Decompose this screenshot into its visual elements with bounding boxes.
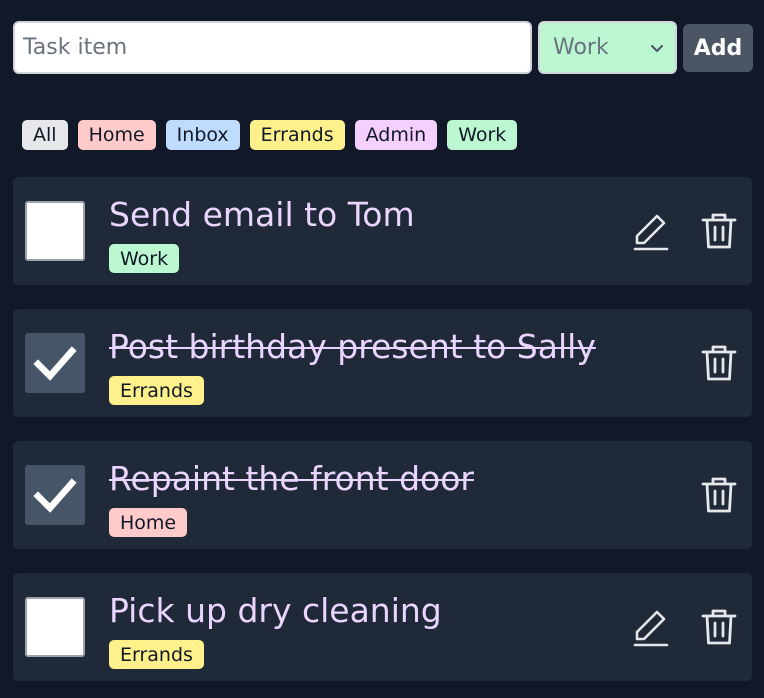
task-card: Repaint the front door Home — [13, 441, 752, 549]
task-category-badge: Home — [109, 508, 188, 537]
trash-icon — [701, 345, 737, 381]
task-card: Post birthday present to Sally Errands — [13, 309, 752, 417]
edit-button[interactable] — [631, 605, 673, 647]
category-select-value: Work — [553, 35, 609, 60]
check-icon — [33, 346, 77, 381]
filter-chip-home[interactable]: Home — [77, 120, 156, 150]
filter-chip-admin[interactable]: Admin — [354, 120, 438, 150]
task-title: Repaint the front door — [109, 459, 474, 498]
task-title: Pick up dry cleaning — [109, 591, 442, 630]
trash-icon — [701, 213, 737, 249]
task-input[interactable] — [13, 21, 532, 74]
filter-chip-work[interactable]: Work — [447, 120, 518, 150]
task-card: Pick up dry cleaning Errands — [13, 573, 752, 681]
filter-chip-errands[interactable]: Errands — [249, 120, 345, 150]
filter-chip-all[interactable]: All — [22, 120, 68, 150]
delete-button[interactable] — [698, 605, 740, 647]
filter-chip-inbox[interactable]: Inbox — [165, 120, 240, 150]
pencil-icon — [633, 214, 669, 251]
delete-button[interactable] — [698, 341, 740, 383]
delete-button[interactable] — [698, 473, 740, 515]
category-select[interactable]: Work — [538, 21, 677, 74]
task-checkbox[interactable] — [25, 333, 85, 393]
chevron-down-icon — [651, 45, 663, 52]
task-category-badge: Work — [109, 244, 180, 273]
task-category-badge: Errands — [109, 376, 204, 405]
todo-app: Work Add All Home Inbox Errands Admin Wo… — [0, 0, 764, 698]
add-button[interactable]: Add — [683, 24, 753, 72]
task-checkbox[interactable] — [25, 201, 85, 261]
task-checkbox[interactable] — [25, 597, 85, 657]
task-title: Send email to Tom — [109, 195, 415, 234]
trash-icon — [701, 609, 737, 645]
edit-button[interactable] — [631, 209, 673, 251]
check-icon — [33, 478, 77, 513]
new-task-form: Work Add — [13, 21, 753, 74]
task-checkbox[interactable] — [25, 465, 85, 525]
delete-button[interactable] — [698, 209, 740, 251]
task-title: Post birthday present to Sally — [109, 327, 596, 366]
category-filters: All Home Inbox Errands Admin Work — [22, 120, 518, 151]
task-category-badge: Errands — [109, 640, 204, 669]
pencil-icon — [633, 610, 669, 647]
task-card: Send email to Tom Work — [13, 177, 752, 285]
trash-icon — [701, 477, 737, 513]
